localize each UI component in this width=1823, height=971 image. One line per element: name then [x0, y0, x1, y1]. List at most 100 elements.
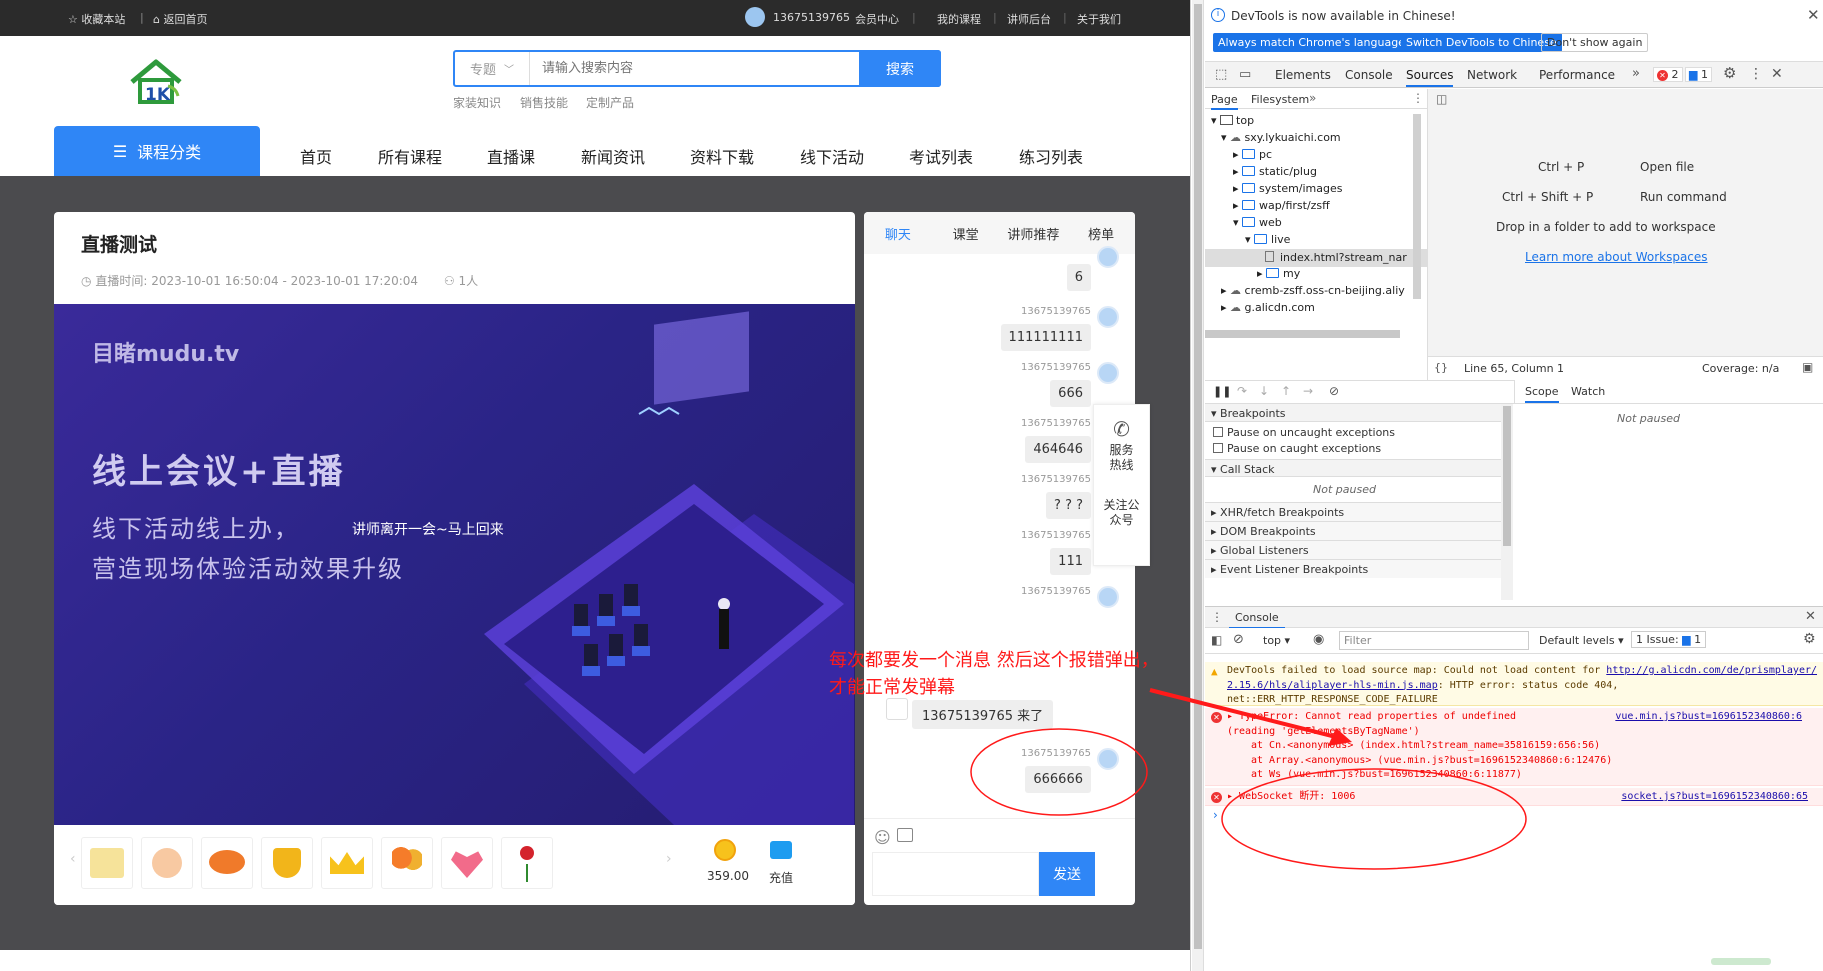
hot-keyword[interactable]: 定制产品 — [586, 94, 634, 111]
more-icon[interactable]: » — [1309, 91, 1316, 105]
stack-frame[interactable]: at Cn.<anonymous> (index.html?stream_nam… — [1227, 739, 1818, 754]
tab-chat[interactable]: 聊天 — [864, 224, 932, 243]
member-center-link[interactable]: 会员中心 — [855, 11, 899, 27]
image-icon[interactable] — [897, 828, 913, 842]
message-counter[interactable]: ▆ 1 — [1685, 67, 1712, 82]
recharge-icon[interactable] — [770, 841, 792, 859]
error-source-link[interactable]: socket.js?bust=1696152340860:65 — [1621, 790, 1808, 805]
checkbox[interactable] — [1213, 443, 1223, 453]
bookmark-link[interactable]: ☆ 收藏本站 — [68, 11, 125, 27]
dont-show-again-button[interactable]: Don't show again — [1541, 33, 1649, 52]
tree-folder[interactable]: ▾ web — [1233, 216, 1282, 229]
gift-item[interactable] — [141, 837, 193, 889]
nav-offline-events[interactable]: 线下活动 — [800, 144, 864, 168]
nav-exercises[interactable]: 练习列表 — [1019, 144, 1083, 168]
emoji-icon[interactable]: ☺ — [874, 828, 891, 847]
context-select[interactable]: top ▾ — [1263, 634, 1290, 647]
kebab-menu-icon[interactable]: ⋮ — [1412, 91, 1424, 105]
braces-icon[interactable]: {} — [1434, 361, 1448, 374]
tab-elements[interactable]: Elements — [1275, 68, 1331, 82]
tab-scope[interactable]: Scope — [1525, 385, 1559, 403]
gift-item[interactable] — [381, 837, 433, 889]
tab-console[interactable]: Console — [1345, 68, 1393, 82]
console-prompt[interactable]: › — [1213, 808, 1218, 822]
debugger-scrollbar[interactable] — [1501, 404, 1513, 600]
tree-folder[interactable]: ▸ pc — [1233, 148, 1272, 161]
tab-console-drawer[interactable]: Console — [1229, 611, 1285, 629]
call-stack-header[interactable]: ▾ Call Stack — [1205, 459, 1501, 477]
follow-account[interactable]: 关注公众号 — [1102, 498, 1142, 528]
gift-item[interactable] — [321, 837, 373, 889]
tree-folder[interactable]: ▸ my — [1257, 267, 1300, 280]
stack-frame[interactable]: at Ws (vue.min.js?bust=1696152340860:6:1… — [1227, 768, 1818, 783]
kebab-menu-icon[interactable]: ⋮ — [1211, 610, 1223, 624]
search-button[interactable]: 搜索 — [859, 50, 941, 87]
pause-caught-option[interactable]: Pause on caught exceptions — [1213, 442, 1381, 455]
user-avatar[interactable] — [745, 7, 765, 27]
site-logo[interactable]: 1K — [128, 58, 184, 104]
issues-button[interactable]: 1 Issue: ▆ 1 — [1631, 631, 1707, 648]
sidebar-toggle-icon[interactable]: ◧ — [1211, 633, 1222, 647]
match-language-button[interactable]: Always match Chrome's language — [1213, 33, 1410, 52]
hot-keyword[interactable]: 家装知识 — [453, 94, 501, 111]
close-devtools-icon[interactable]: ✕ — [1771, 66, 1783, 82]
tab-classroom[interactable]: 课堂 — [932, 224, 1000, 243]
tab-filesystem[interactable]: Filesystem — [1251, 93, 1309, 106]
stack-frame[interactable]: at Array.<anonymous> (vue.min.js?bust=16… — [1227, 754, 1818, 769]
username[interactable]: 13675139765 — [773, 11, 850, 24]
nav-live[interactable]: 直播课 — [487, 144, 535, 168]
close-drawer-icon[interactable]: ✕ — [1805, 609, 1816, 624]
tab-performance[interactable]: Performance — [1539, 68, 1615, 82]
chat-input[interactable] — [872, 852, 1039, 896]
global-listeners-header[interactable]: ▸ Global Listeners — [1205, 540, 1501, 559]
tab-watch[interactable]: Watch — [1571, 385, 1605, 398]
course-category-button[interactable]: ☰ 课程分类 — [54, 126, 260, 176]
clear-console-icon[interactable]: ⊘ — [1233, 632, 1244, 647]
tree-folder[interactable]: ▾ live — [1245, 233, 1290, 246]
log-levels-select[interactable]: Default levels ▾ — [1539, 634, 1624, 647]
gear-icon[interactable]: ⚙ — [1803, 631, 1816, 647]
search-input[interactable] — [530, 52, 859, 85]
horizontal-scrollbar[interactable] — [1205, 330, 1400, 338]
nav-news[interactable]: 新闻资讯 — [581, 144, 645, 168]
home-link[interactable]: ⌂ 返回首页 — [153, 11, 207, 27]
gift-item[interactable] — [201, 837, 253, 889]
tab-ranking[interactable]: 榜单 — [1067, 224, 1135, 243]
gift-item[interactable] — [261, 837, 313, 889]
console-filter-input[interactable]: Filter — [1339, 631, 1529, 650]
switch-chinese-button[interactable]: Switch DevTools to Chinese — [1401, 33, 1562, 52]
learn-more-link[interactable]: Learn more about Workspaces — [1525, 250, 1708, 264]
step-out-icon[interactable]: ↑ — [1281, 384, 1291, 398]
tree-domain[interactable]: ▸ ☁ g.alicdn.com — [1221, 301, 1315, 314]
send-button[interactable]: 发送 — [1039, 852, 1095, 896]
tree-top[interactable]: ▾ top — [1211, 114, 1254, 127]
pause-icon[interactable]: ❚❚ — [1213, 385, 1231, 398]
step-into-icon[interactable]: ↓ — [1259, 384, 1269, 398]
tree-folder[interactable]: ▸ wap/first/zsff — [1233, 199, 1330, 212]
gear-icon[interactable]: ⚙ — [1723, 64, 1736, 82]
chevron-right-icon[interactable]: › — [666, 851, 672, 867]
tab-lecturer-recommend[interactable]: 讲师推荐 — [1000, 224, 1068, 243]
device-toolbar-icon[interactable]: ▭ — [1239, 67, 1251, 82]
tree-file-selected[interactable]: index.html?stream_nar — [1205, 249, 1427, 267]
error-counter[interactable]: ✕ 2 — [1653, 67, 1683, 82]
kebab-menu-icon[interactable]: ⋮ — [1749, 66, 1763, 82]
page-scrollbar[interactable] — [1192, 0, 1204, 971]
nav-all-courses[interactable]: 所有课程 — [378, 144, 442, 168]
tab-page[interactable]: Page — [1211, 93, 1238, 110]
toggle-sidebar-icon[interactable]: ◫ — [1436, 92, 1447, 106]
my-courses-link[interactable]: 我的课程 — [937, 11, 981, 27]
eye-icon[interactable]: ◉ — [1313, 632, 1324, 647]
panel-toggle-icon[interactable]: ▣ — [1802, 360, 1813, 374]
step-over-icon[interactable]: ↷ — [1237, 384, 1247, 398]
breakpoints-header[interactable]: ▾ Breakpoints — [1205, 404, 1501, 422]
pause-uncaught-option[interactable]: Pause on uncaught exceptions — [1213, 426, 1395, 439]
tree-folder[interactable]: ▸ system/images — [1233, 182, 1343, 195]
tab-network[interactable]: Network — [1467, 68, 1517, 82]
recharge-button[interactable]: 充值 — [769, 869, 793, 886]
gift-item[interactable] — [81, 837, 133, 889]
vertical-scrollbar[interactable] — [1413, 114, 1421, 299]
tab-sources[interactable]: Sources — [1406, 68, 1454, 87]
gift-item[interactable] — [501, 837, 553, 889]
nav-downloads[interactable]: 资料下载 — [690, 144, 754, 168]
